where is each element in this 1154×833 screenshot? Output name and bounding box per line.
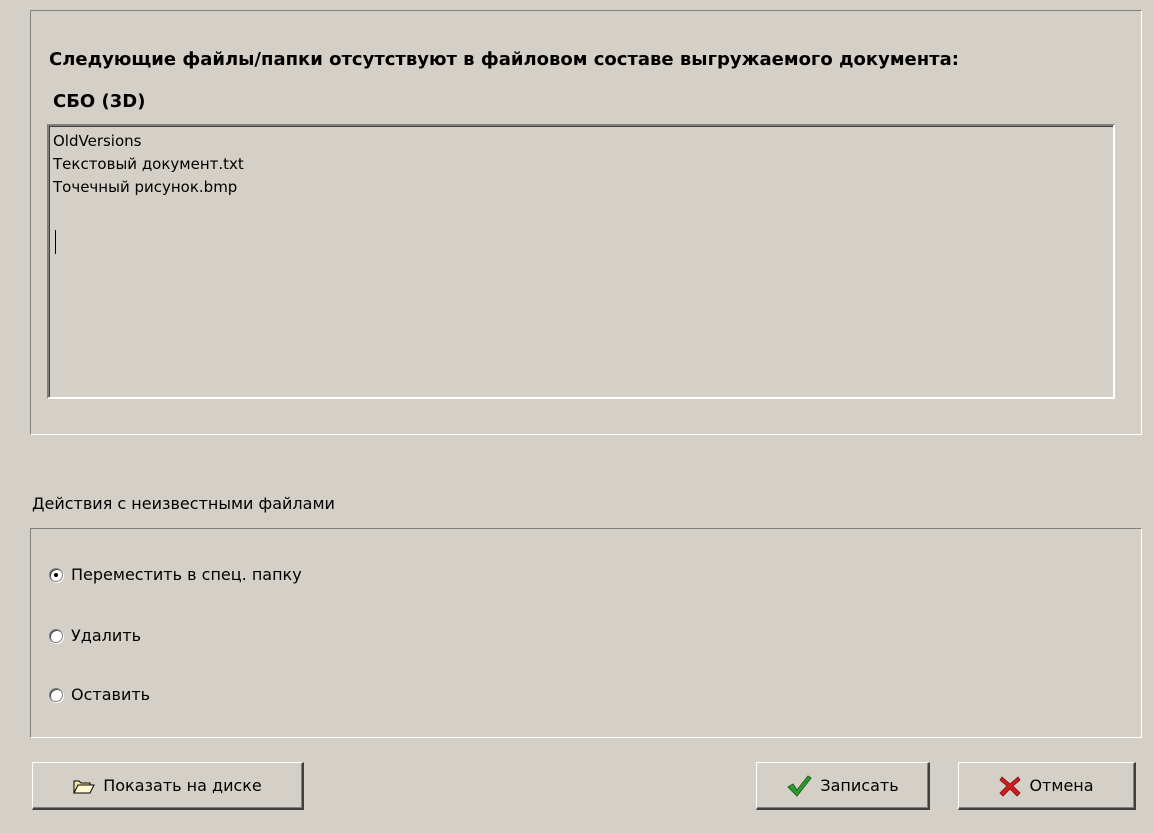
missing-file-line: Текстовый документ.txt — [53, 155, 244, 173]
radio-button-checked[interactable] — [49, 567, 63, 582]
show-on-disk-label: Показать на диске — [103, 776, 262, 795]
checkmark-icon — [786, 774, 813, 798]
cancel-button[interactable]: Отмена — [958, 762, 1136, 810]
radio-option-label: Оставить — [71, 685, 151, 704]
radio-option-label: Удалить — [71, 626, 141, 645]
radio-option-delete[interactable]: Удалить — [49, 626, 141, 645]
unknown-files-actions-group: Переместить в спец. папку Удалить Остави… — [30, 528, 1142, 738]
radio-button[interactable] — [49, 628, 63, 643]
missing-files-heading: Следующие файлы/папки отсутствуют в файл… — [49, 49, 959, 70]
save-button[interactable]: Записать — [756, 762, 930, 810]
radio-option-move[interactable]: Переместить в спец. папку — [49, 565, 302, 584]
cross-icon — [999, 775, 1022, 797]
unknown-files-actions-label: Действия с неизвестными файлами — [32, 494, 335, 513]
document-name: СБО (3D) — [53, 91, 146, 112]
text-caret — [55, 230, 56, 254]
missing-files-panel: Следующие файлы/папки отсутствуют в файл… — [30, 10, 1142, 435]
show-on-disk-button[interactable]: Показать на диске — [32, 762, 304, 810]
folder-open-icon — [73, 778, 96, 794]
missing-files-memo[interactable]: OldVersions Текстовый документ.txt Точеч… — [47, 124, 1115, 399]
save-label: Записать — [820, 776, 899, 795]
missing-file-line: Точечный рисунок.bmp — [53, 178, 238, 196]
missing-file-line: OldVersions — [53, 132, 142, 150]
radio-button[interactable] — [49, 687, 63, 702]
radio-option-label: Переместить в спец. папку — [71, 565, 302, 584]
cancel-label: Отмена — [1029, 776, 1094, 795]
radio-option-keep[interactable]: Оставить — [49, 685, 150, 704]
